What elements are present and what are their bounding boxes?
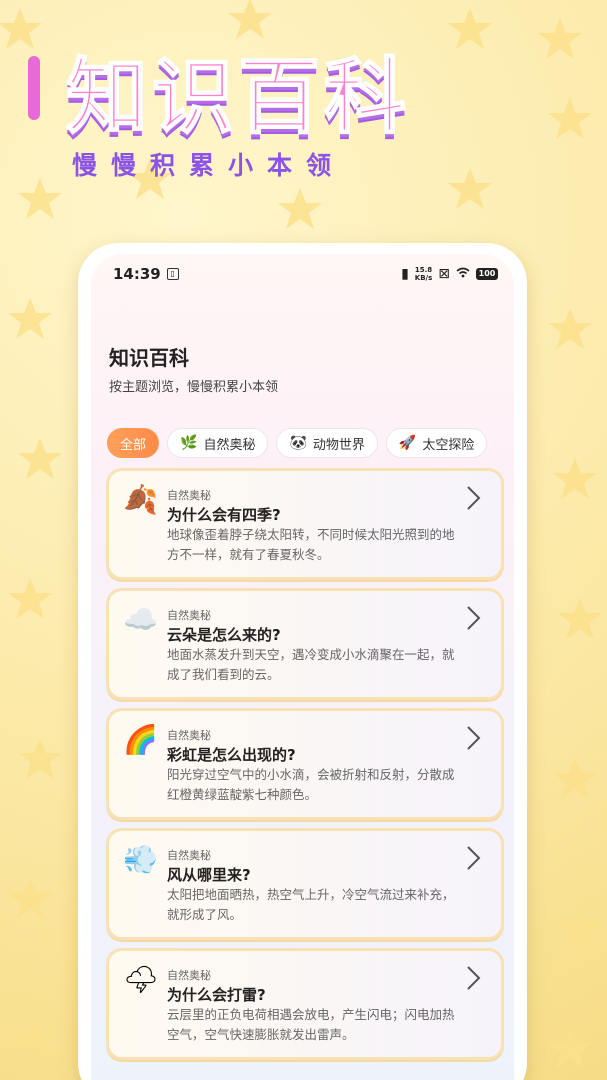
list-item[interactable]: 💨 自然奥秘 风从哪里来? 太阳把地面晒热，热空气上升，冷空气流过来补充，就形成…: [106, 828, 504, 940]
card-category: 自然奥秘: [167, 849, 211, 862]
tab-nature[interactable]: 🌿 自然奥秘: [167, 428, 269, 458]
battery-icon: 100: [476, 268, 498, 280]
vibrate-icon: ▮: [401, 266, 409, 282]
chevron-right-icon: [467, 486, 481, 510]
status-right: ▮ 15.8 KB/s ⊠ 100: [401, 266, 498, 282]
leaf-icon: 🌿: [180, 435, 198, 451]
autumn-leaf-icon: 🍂: [123, 483, 158, 516]
no-sim-icon: ⊠: [438, 266, 450, 282]
tab-space[interactable]: 🚀 太空探险: [385, 428, 488, 458]
panda-icon: 🐼: [289, 435, 307, 451]
category-tabs: 全部 🌿 自然奥秘 🐼 动物世界 🚀 太空探险: [107, 428, 488, 458]
card-title: 为什么会打雷?: [167, 986, 266, 1004]
status-time: 14:39: [113, 265, 161, 283]
tab-label: 太空探险: [422, 437, 475, 453]
card-description: 云层里的正负电荷相遇会放电，产生闪电；闪电加热空气，空气快速膨胀就发出雷声。: [167, 1007, 455, 1042]
tab-all[interactable]: 全部: [107, 428, 160, 458]
net-speed-unit: KB/s: [414, 274, 433, 282]
card-category: 自然奥秘: [167, 969, 211, 982]
page-subtitle: 按主题浏览，慢慢积累小本领: [109, 380, 279, 395]
page-title: 知识百科: [109, 346, 189, 370]
card-category: 自然奥秘: [167, 489, 211, 502]
list-item[interactable]: 🌩 自然奥秘 为什么会打雷? 云层里的正负电荷相遇会放电，产生闪电；闪电加热空气…: [106, 948, 504, 1060]
list-item[interactable]: 🍂 自然奥秘 为什么会有四季? 地球像歪着脖子绕太阳转，不同时候太阳光照到的地方…: [106, 468, 504, 580]
tab-label: 动物世界: [312, 437, 365, 453]
phone-frame: 14:39 ▯ ▮ 15.8 KB/s ⊠ 100 知识百科 按主题浏览，慢慢积…: [78, 243, 527, 1080]
card-description: 地面水蒸发升到天空，遇冷变成小水滴聚在一起，就成了我们看到的云。: [167, 647, 455, 682]
rocket-icon: 🚀: [398, 435, 417, 451]
knowledge-list: 🍂 自然奥秘 为什么会有四季? 地球像歪着脖子绕太阳转，不同时候太阳光照到的地方…: [106, 468, 504, 1068]
chevron-right-icon: [467, 966, 481, 990]
rainbow-icon: 🌈: [123, 723, 158, 756]
hero-subtitle: 慢慢积累小本领: [72, 151, 346, 180]
chevron-right-icon: [467, 606, 481, 630]
card-title: 彩虹是怎么出现的?: [167, 746, 296, 764]
card-description: 地球像歪着脖子绕太阳转，不同时候太阳光照到的地方不一样，就有了春夏秋冬。: [167, 527, 455, 562]
net-speed-value: 15.8: [414, 266, 433, 274]
wifi-icon: [456, 266, 470, 282]
tab-label: 全部: [120, 437, 147, 453]
card-title: 为什么会有四季?: [167, 506, 281, 524]
card-category: 自然奥秘: [167, 609, 211, 622]
card-description: 阳光穿过空气中的小水滴，会被折射和反射，分散成红橙黄绿蓝靛紫七种颜色。: [167, 767, 455, 802]
wind-icon: 💨: [123, 843, 158, 876]
app-screen: 14:39 ▯ ▮ 15.8 KB/s ⊠ 100 知识百科 按主题浏览，慢慢积…: [91, 254, 514, 1080]
card-description: 太阳把地面晒热，热空气上升，冷空气流过来补充，就形成了风。: [167, 887, 455, 922]
card-title: 风从哪里来?: [167, 866, 251, 884]
status-bar: 14:39 ▯ ▮ 15.8 KB/s ⊠ 100: [91, 254, 514, 294]
list-item[interactable]: 🌈 自然奥秘 彩虹是怎么出现的? 阳光穿过空气中的小水滴，会被折射和反射，分散成…: [106, 708, 504, 820]
chevron-right-icon: [467, 846, 481, 870]
list-item[interactable]: ☁️ 自然奥秘 云朵是怎么来的? 地面水蒸发升到天空，遇冷变成小水滴聚在一起，就…: [106, 588, 504, 700]
card-title: 云朵是怎么来的?: [167, 626, 281, 644]
net-speed: 15.8 KB/s: [415, 266, 432, 282]
tab-animals[interactable]: 🐼 动物世界: [276, 428, 378, 458]
tab-label: 自然奥秘: [203, 437, 256, 453]
card-category: 自然奥秘: [167, 729, 211, 742]
cloud-icon: ☁️: [123, 603, 158, 636]
hero-accent-bar: [28, 56, 40, 120]
sim-icon: ▯: [166, 268, 179, 280]
hero-title: 知识百科: [65, 49, 411, 146]
chevron-right-icon: [467, 726, 481, 750]
thunder-cloud-icon: 🌩: [123, 963, 159, 996]
